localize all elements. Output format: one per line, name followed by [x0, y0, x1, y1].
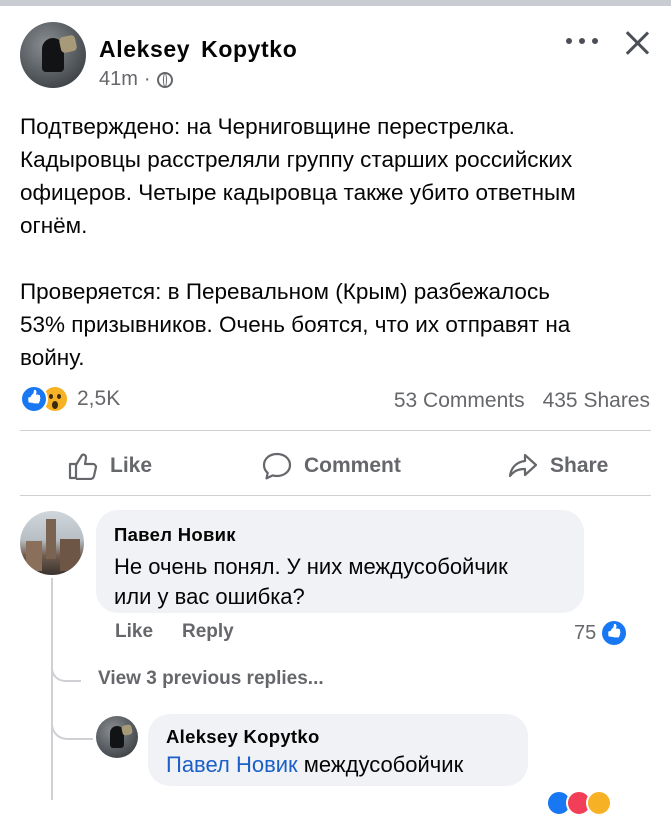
top-separator	[0, 0, 671, 6]
comment-author[interactable]: Павел Новик	[114, 524, 236, 546]
wow-reaction-icon	[586, 790, 612, 816]
view-previous-replies-link[interactable]: View 3 previous replies...	[98, 668, 324, 690]
comment-icon	[262, 452, 292, 480]
share-label: Share	[550, 454, 609, 477]
reply-reactions[interactable]	[546, 790, 612, 816]
post-stats: 53 Comments 435 Shares	[394, 389, 650, 413]
thread-line	[51, 578, 53, 800]
post-time[interactable]: 41m	[99, 68, 138, 91]
share-button[interactable]: Share	[508, 450, 608, 482]
reaction-count: 2,5K	[77, 387, 121, 410]
more-icon[interactable]	[566, 38, 600, 48]
reply-body: междусобойчик	[297, 752, 464, 777]
post-meta: 41m ·	[99, 68, 173, 91]
reply-bubble: Aleksey Kopytko Павел Новик междусобойчи…	[148, 714, 528, 786]
comment-bubble: Павел Новик Не очень понял. У них междус…	[96, 510, 584, 613]
like-reaction-icon	[20, 385, 48, 413]
divider	[20, 430, 651, 431]
like-button[interactable]: Like	[68, 450, 152, 482]
comment-like-button[interactable]: Like	[115, 621, 153, 643]
commenter-avatar[interactable]	[20, 511, 84, 575]
meta-separator: ·	[143, 68, 151, 90]
like-icon	[68, 453, 98, 480]
like-label: Like	[110, 454, 153, 477]
post-author-name[interactable]: Aleksey Kopytko	[99, 36, 297, 63]
thread-branch	[51, 700, 93, 740]
reply-author-avatar[interactable]	[96, 716, 138, 758]
comment-reaction-count[interactable]: 75	[574, 621, 627, 645]
comment-reply-button[interactable]: Reply	[182, 621, 234, 643]
comments-count[interactable]: 53 Comments	[394, 389, 525, 412]
post-body: Подтверждено: на Черниговщине перестрелк…	[20, 110, 660, 374]
post-paragraph-2: Проверяется: в Перевальном (Крым) разбеж…	[20, 279, 571, 370]
share-icon	[508, 453, 538, 478]
comment-label: Comment	[304, 454, 401, 477]
shares-count[interactable]: 435 Shares	[543, 389, 650, 412]
thread-branch	[51, 650, 81, 682]
comment-button[interactable]: Comment	[262, 450, 401, 482]
comment-text: Не очень понял. У них междусобойчик или …	[114, 554, 508, 609]
globe-icon	[156, 71, 173, 88]
comment-like-count: 75	[574, 621, 597, 644]
close-icon[interactable]	[622, 28, 652, 58]
post-paragraph-1: Подтверждено: на Черниговщине перестрелк…	[20, 114, 576, 238]
divider	[20, 495, 651, 496]
reply-text: Павел Новик междусобойчик	[166, 750, 463, 780]
reply-author[interactable]: Aleksey Kopytko	[166, 726, 320, 748]
mention-link[interactable]: Павел Новик	[166, 752, 298, 777]
author-avatar[interactable]	[20, 22, 86, 88]
reactions-summary[interactable]: 2,5K	[20, 385, 120, 413]
like-reaction-icon	[602, 621, 627, 645]
